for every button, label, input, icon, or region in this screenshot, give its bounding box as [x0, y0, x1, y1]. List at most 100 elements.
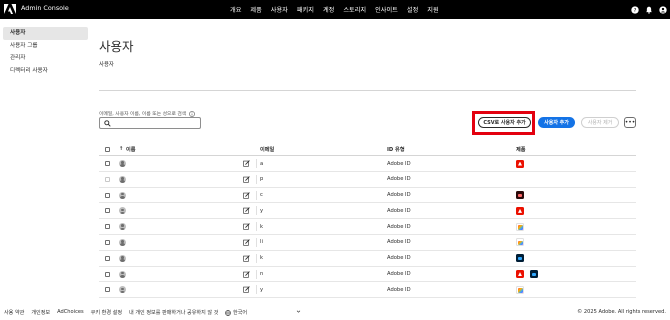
nav-products[interactable]: 제품	[250, 5, 261, 14]
table-row[interactable]: n Adobe ID	[99, 267, 636, 283]
footer-link-cookies[interactable]: 쿠키 환경 설정	[91, 309, 122, 316]
product-navy-icon[interactable]	[516, 254, 524, 263]
more-actions-button[interactable]: •••	[624, 117, 636, 128]
search-icon	[104, 120, 111, 127]
id-type-cell: Adobe ID	[387, 223, 411, 230]
top-icons: ?	[628, 0, 670, 19]
table-row[interactable]: y Adobe ID	[99, 282, 636, 299]
product-red-icon[interactable]	[516, 270, 524, 279]
email-cell: k	[260, 255, 264, 262]
avatar	[119, 223, 126, 231]
table-row[interactable]: c Adobe ID	[99, 188, 636, 204]
product-cc-icon[interactable]	[516, 285, 524, 294]
table-header: ↑ 이름 이메일 ID 유형 제품	[99, 143, 636, 156]
bell-icon[interactable]	[642, 0, 656, 19]
table-row[interactable]: y Adobe ID	[99, 203, 636, 220]
product-dark-icon[interactable]	[516, 191, 524, 200]
language-selector[interactable]: 한국어	[225, 309, 247, 316]
edit-icon[interactable]	[243, 160, 250, 167]
row-checkbox[interactable]	[105, 287, 110, 293]
edit-icon[interactable]	[243, 239, 250, 246]
edit-icon[interactable]	[243, 255, 250, 262]
footer-link-adchoices[interactable]: AdChoices	[57, 309, 84, 316]
chevron-down-icon[interactable]	[296, 309, 301, 314]
product-red-icon[interactable]	[516, 206, 524, 215]
table-row[interactable]: p Adobe ID	[99, 172, 636, 188]
help-icon[interactable]: ?	[628, 0, 642, 19]
nav-packages[interactable]: 패키지	[297, 5, 314, 14]
top-bar: Admin Console 개요 제품 사용자 패키지 계정 스토리지 인사이트…	[0, 0, 670, 19]
column-divider	[256, 159, 257, 168]
nav-users[interactable]: 사용자	[271, 5, 288, 14]
sidebar: 사용자 사용자 그룹 관리자 디렉터리 사용자	[0, 27, 92, 77]
product-navy-icon[interactable]	[530, 270, 538, 279]
app-title[interactable]: Admin Console	[21, 4, 69, 12]
edit-icon[interactable]	[243, 270, 250, 278]
info-icon[interactable]	[189, 110, 196, 117]
column-divider	[256, 237, 257, 247]
table-row[interactable]: a Adobe ID	[99, 156, 636, 172]
avatar	[119, 207, 126, 215]
product-cc-icon[interactable]	[516, 222, 524, 231]
header-sort-arrow-icon[interactable]: ↑	[119, 146, 123, 152]
sidebar-item-user-groups[interactable]: 사용자 그룹	[3, 40, 88, 53]
avatar	[119, 191, 126, 199]
id-type-cell: Adobe ID	[387, 160, 411, 167]
column-divider	[256, 285, 257, 295]
product-red-icon[interactable]	[516, 159, 524, 168]
add-user-button[interactable]: 사용자 추가	[538, 117, 575, 128]
row-checkbox[interactable]	[105, 192, 110, 198]
search-label-text: 이메일, 사용자 이름, 이름 또는 성으로 검색	[99, 112, 187, 117]
email-cell: n	[260, 271, 264, 278]
header-name[interactable]: 이름	[126, 146, 136, 153]
edit-icon[interactable]	[243, 191, 250, 199]
row-checkbox[interactable]	[105, 176, 110, 182]
footer-link-do-not-sell[interactable]: 내 개인 정보를 판매하거나 공유하지 않 것	[129, 309, 218, 316]
row-checkbox[interactable]	[105, 271, 110, 277]
nav-account[interactable]: 계정	[323, 5, 334, 14]
footer-link-privacy[interactable]: 개인정보	[31, 309, 50, 316]
table-row[interactable]: k Adobe ID	[99, 219, 636, 235]
edit-icon[interactable]	[243, 286, 250, 293]
globe-icon	[225, 309, 231, 316]
avatar	[119, 254, 126, 262]
table-row[interactable]: k Adobe ID	[99, 251, 636, 267]
remove-user-button[interactable]: 사용자 제거	[581, 117, 619, 128]
search-field[interactable]	[99, 117, 201, 129]
email-cell: y	[260, 207, 264, 214]
avatar	[119, 270, 126, 278]
id-type-cell: Adobe ID	[387, 192, 411, 199]
column-divider	[256, 190, 257, 200]
nav-storage[interactable]: 스토리지	[343, 5, 366, 14]
product-cc-icon[interactable]	[516, 238, 524, 247]
row-checkbox[interactable]	[105, 224, 110, 230]
add-users-by-csv-button[interactable]: CSV로 사용자 추가	[478, 117, 531, 128]
sidebar-item-admins[interactable]: 관리자	[3, 52, 88, 65]
select-all-checkbox[interactable]	[105, 146, 110, 152]
row-checkbox[interactable]	[105, 255, 110, 261]
nav-overview[interactable]: 개요	[230, 5, 241, 14]
sidebar-item-directory-users[interactable]: 디렉터리 사용자	[3, 65, 88, 78]
search-label: 이메일, 사용자 이름, 이름 또는 성으로 검색	[99, 110, 196, 117]
user-icon[interactable]	[656, 0, 670, 19]
footer-link-terms[interactable]: 사용 약관	[4, 309, 24, 316]
edit-icon[interactable]	[243, 176, 250, 183]
header-email: 이메일	[260, 147, 275, 153]
table-row[interactable]: li Adobe ID	[99, 235, 636, 251]
top-nav: 개요 제품 사용자 패키지 계정 스토리지 인사이트 설정 지원	[230, 0, 448, 19]
row-checkbox[interactable]	[105, 239, 110, 245]
id-type-cell: Adobe ID	[387, 207, 411, 214]
sidebar-item-users[interactable]: 사용자	[3, 27, 88, 40]
nav-insights[interactable]: 인사이트	[375, 5, 398, 14]
email-cell: a	[260, 160, 264, 167]
tab-users[interactable]: 사용자	[99, 60, 114, 68]
search-input[interactable]	[114, 119, 198, 127]
edit-icon[interactable]	[243, 207, 250, 215]
row-checkbox[interactable]	[105, 161, 110, 166]
nav-support[interactable]: 지원	[427, 5, 438, 14]
adobe-logo-icon[interactable]	[4, 3, 16, 15]
row-checkbox[interactable]	[105, 208, 110, 214]
column-divider	[256, 222, 257, 232]
nav-settings[interactable]: 설정	[407, 5, 418, 14]
edit-icon[interactable]	[243, 223, 250, 230]
